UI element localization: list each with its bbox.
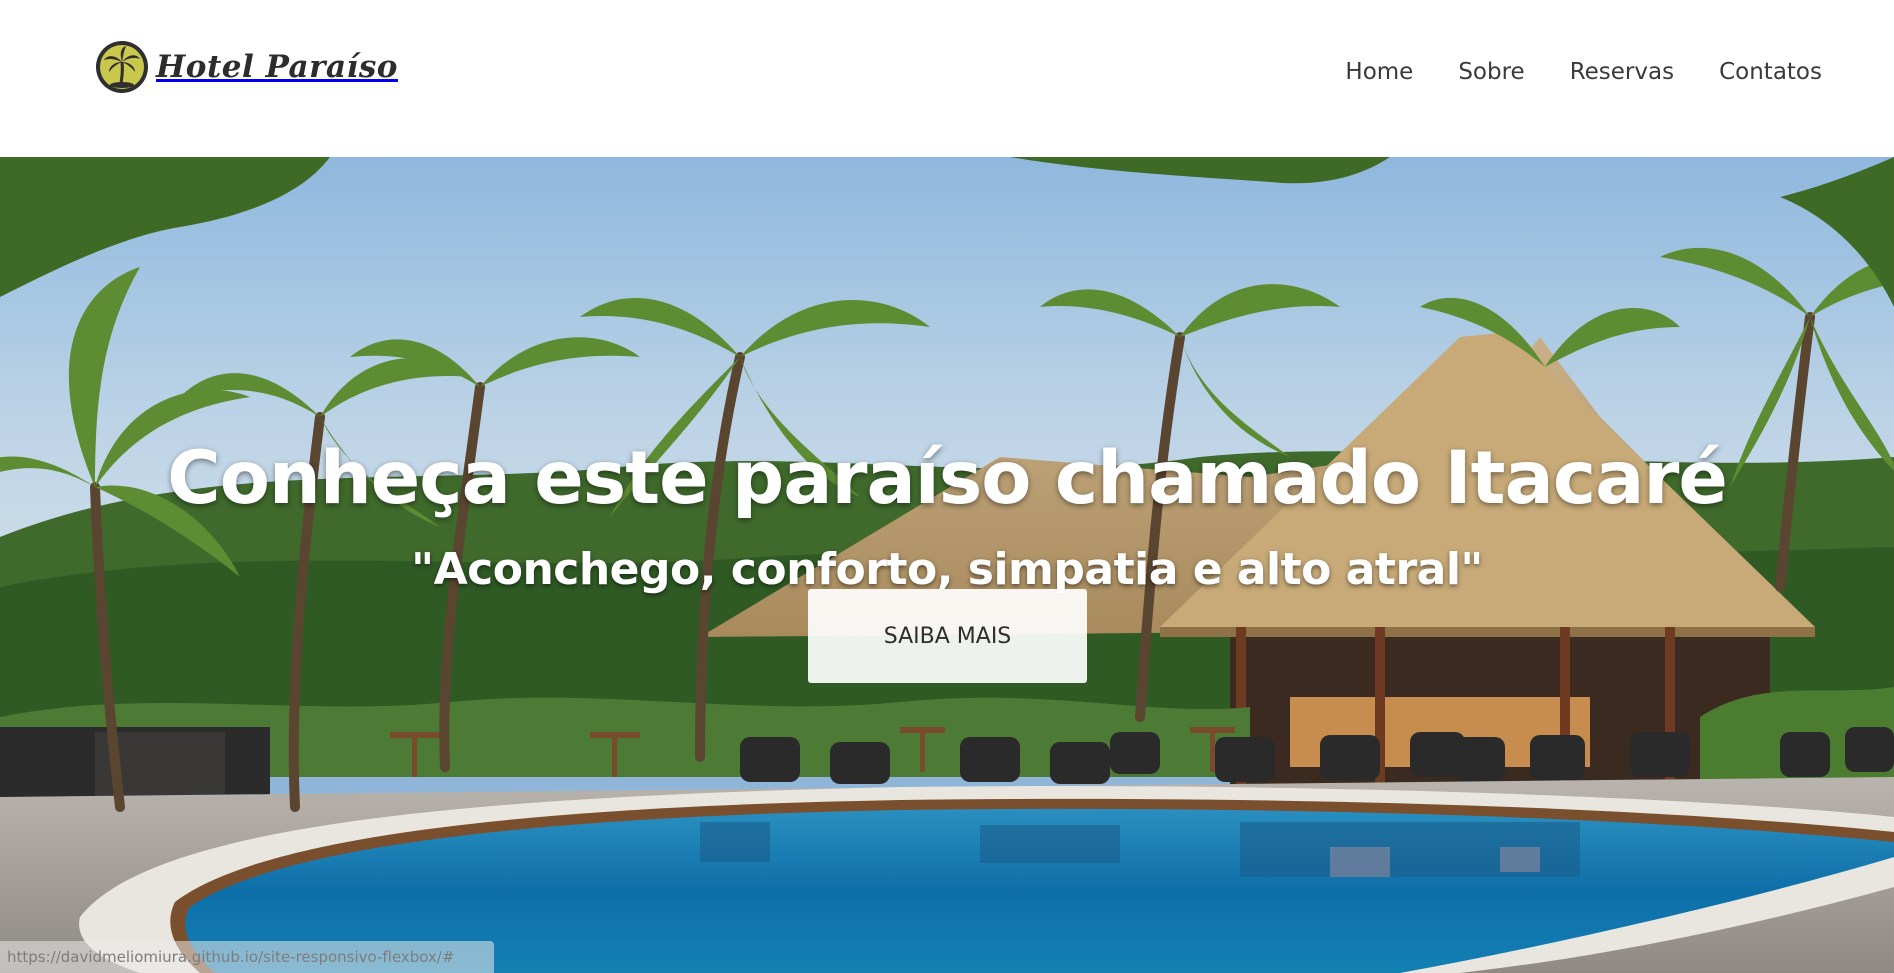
nav-link-home[interactable]: Home <box>1345 61 1413 84</box>
nav-link-reservas[interactable]: Reservas <box>1570 61 1674 84</box>
nav-link-contatos[interactable]: Contatos <box>1719 61 1822 84</box>
hero-title: Conheça este paraíso chamado Itacaré <box>167 435 1728 521</box>
hero-section: Conheça este paraíso chamado Itacaré "Ac… <box>0 157 1894 973</box>
brand-name: Hotel Paraíso <box>156 49 398 85</box>
nav-link-sobre[interactable]: Sobre <box>1458 61 1524 84</box>
palm-tree-logo-icon <box>96 41 148 93</box>
saiba-mais-button[interactable]: SAIBA MAIS <box>808 589 1087 683</box>
status-bar-url: https://davidmeliomiura.github.io/site-r… <box>0 941 494 973</box>
hero-subtitle: "Aconchego, conforto, simpatia e alto at… <box>411 543 1483 595</box>
main-nav: Home Sobre Reservas Contatos <box>1345 61 1822 84</box>
site-header: Hotel Paraíso Home Sobre Reservas Contat… <box>0 0 1894 157</box>
brand-logo-link[interactable]: Hotel Paraíso <box>95 40 398 94</box>
